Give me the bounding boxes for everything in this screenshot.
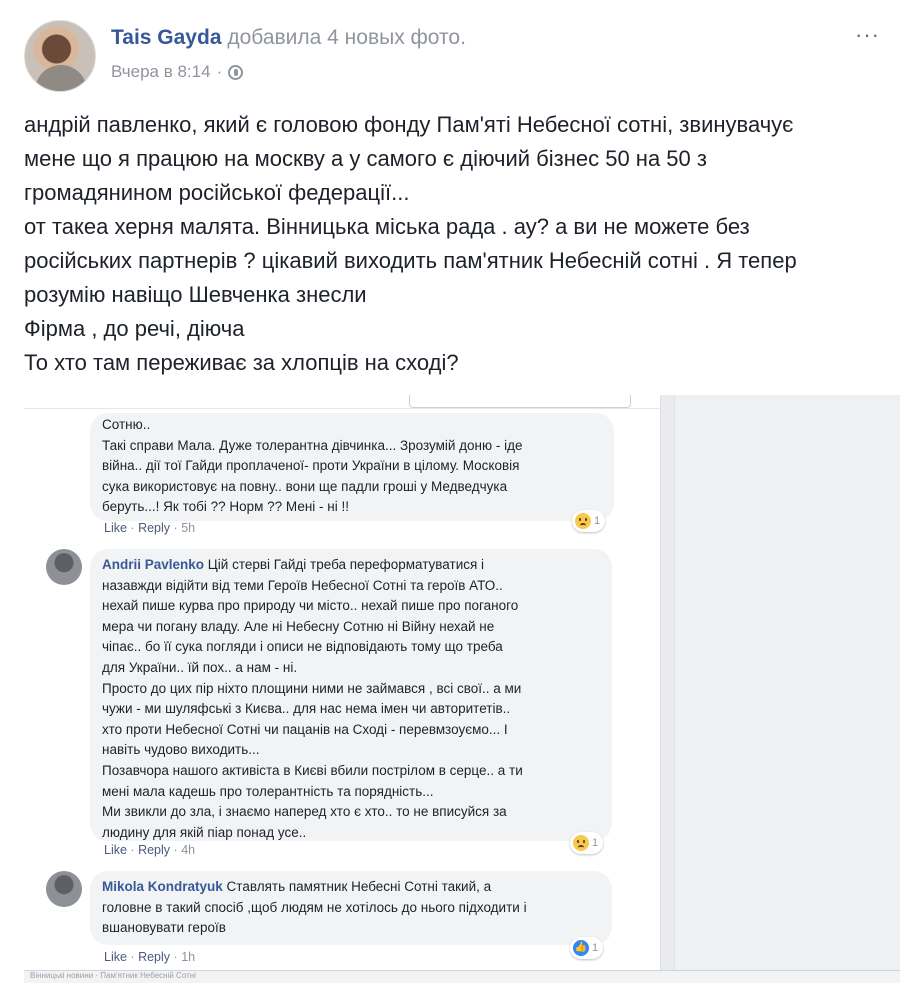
sad-reaction-icon	[573, 835, 589, 851]
reply-link[interactable]: Reply	[138, 521, 170, 535]
post-meta: Вчера в 8:14 ·	[111, 62, 244, 82]
comment-text: Ставлять памятник Небесні Сотні такий, а	[226, 879, 492, 894]
commenter-name[interactable]: Andrii Pavlenko	[102, 557, 204, 572]
photo-bottom-strip: Вінницькі новини · Пам'ятник Небесній Со…	[24, 970, 900, 983]
comment-bubble: Andrii Pavlenko Цій стерві Гайді треба п…	[90, 549, 612, 841]
photo-side-panel	[674, 395, 900, 983]
comment-line: Mikola Kondratyuk Ставлять памятник Небе…	[102, 877, 600, 898]
comment-time[interactable]: 5h	[181, 521, 195, 535]
commenter-avatar[interactable]	[46, 871, 82, 907]
comment-reaction[interactable]: 1	[570, 832, 604, 854]
reply-link[interactable]: Reply	[138, 843, 170, 857]
globe-icon[interactable]	[228, 64, 244, 80]
author-name-link[interactable]: Tais Gayda	[111, 26, 222, 49]
post-photo[interactable]: Сотню.. Такі справи Мала. Дуже толерантн…	[24, 395, 900, 983]
reaction-count: 1	[592, 837, 599, 849]
comment-text: Цій стерві Гайді треба переформатуватися…	[207, 557, 485, 572]
comment-actions: Like · Reply · 5h	[104, 521, 195, 535]
comment-line: беруть...! Як тобі ?? Норм ?? Мені - ні …	[102, 499, 349, 515]
comment-line: війна.. дії тої Гайди проплаченої- проти…	[102, 458, 520, 474]
comment-line: Такі справи Мала. Дуже толерантна дівчин…	[102, 437, 523, 453]
like-link[interactable]: Like	[104, 843, 127, 857]
reaction-count: 1	[592, 942, 599, 954]
action-dot: ·	[130, 950, 135, 964]
comment-line: Andrii Pavlenko Цій стерві Гайді треба п…	[102, 555, 600, 576]
comment-line: Просто до цих пір ніхто площини ними не …	[102, 680, 522, 696]
comment-line: людину для якій піар понад усе..	[102, 824, 307, 840]
photo-comments-screenshot: Сотню.. Такі справи Мала. Дуже толерантн…	[24, 395, 661, 978]
reply-link[interactable]: Reply	[138, 950, 170, 964]
comment-line: чужи - ми шуляфські з Києва.. для нас не…	[102, 701, 511, 717]
comment-line: Позавчора нашого активіста в Києві вбили…	[102, 762, 523, 778]
comment-line: головне в такий спосіб ,щоб людям не хот…	[102, 899, 527, 915]
post-text: андрій павленко, який є головою фонду Па…	[24, 108, 892, 380]
comment-bubble: Сотню.. Такі справи Мала. Дуже толерантн…	[90, 413, 614, 521]
commenter-name[interactable]: Mikola Kondratyuk	[102, 879, 223, 894]
comment-line: сука використовує на повну.. вони ще пад…	[102, 478, 508, 494]
post-text-line: російських партнерів ? цікавий виходить …	[24, 248, 797, 273]
post-text-line: громадянином російської федерації...	[24, 180, 410, 205]
comment-line: вшановувати героїв	[102, 920, 226, 936]
comment-line: хто проти Небесної Сотні чи пацанів на С…	[102, 721, 508, 737]
more-options-icon[interactable]: ···	[855, 22, 880, 48]
comment-line: нехай пише курва про природу чи місто.. …	[102, 598, 519, 614]
meta-separator: ·	[216, 62, 223, 81]
comment-reaction[interactable]: 👍 1	[570, 937, 604, 959]
post-action-text: добавила 4 новых фото.	[227, 26, 466, 49]
action-dot: ·	[173, 843, 178, 857]
photo-top-bar	[24, 395, 661, 409]
post-text-line: Фірма , до речі, діюча	[24, 316, 245, 341]
sad-reaction-icon	[575, 513, 591, 529]
commenter-avatar[interactable]	[46, 549, 82, 585]
post-header: Tais Gayda добавила 4 новых фото. Вчера …	[24, 20, 880, 92]
post-text-line: розумію навіщо Шевченка знесли	[24, 282, 367, 307]
reaction-count: 1	[594, 515, 601, 527]
comment-line: мені мала кадешь про толерантність та по…	[102, 783, 434, 799]
action-dot: ·	[130, 843, 135, 857]
action-dot: ·	[173, 950, 178, 964]
post-timestamp[interactable]: Вчера в 8:14	[111, 62, 211, 82]
action-dot: ·	[173, 521, 178, 535]
comment-actions: Like · Reply · 1h	[104, 950, 195, 964]
like-reaction-icon: 👍	[573, 940, 589, 956]
action-dot: ·	[130, 521, 135, 535]
comment-line: назавжди відійти від теми Героїв Небесно…	[102, 577, 503, 593]
comment-bubble: Mikola Kondratyuk Ставлять памятник Небе…	[90, 871, 612, 945]
comment-line: мера чи погану владу. Але ні Небесну Сот…	[102, 618, 495, 634]
comment-reaction[interactable]: 1	[572, 510, 606, 532]
post-text-line: То хто там переживає за хлопців на сході…	[24, 350, 459, 375]
comment-time[interactable]: 1h	[181, 950, 195, 964]
comment-line: Сотню..	[102, 417, 151, 432]
like-link[interactable]: Like	[104, 521, 127, 535]
comment-actions: Like · Reply · 4h	[104, 843, 195, 857]
comment-line: для України.. їй пох.. а нам - ні.	[102, 659, 298, 675]
comment-line: Ми звикли до зла, і знаємо наперед хто є…	[102, 804, 507, 820]
author-avatar[interactable]	[24, 20, 96, 92]
post-text-line: от такеа херня малята. Вінницька міська …	[24, 214, 750, 239]
comment-line: чіпає.. бо її сука погляди і описи не ві…	[102, 639, 503, 655]
comment-time[interactable]: 4h	[181, 843, 195, 857]
like-link[interactable]: Like	[104, 950, 127, 964]
post-text-line: мене що я працюю на москву а у самого є …	[24, 146, 707, 171]
post-text-line: андрій павленко, який є головою фонду Па…	[24, 112, 794, 137]
author-line: Tais Gayda добавила 4 новых фото.	[111, 26, 466, 50]
comment-line: навіть чудово виходить...	[102, 742, 260, 758]
